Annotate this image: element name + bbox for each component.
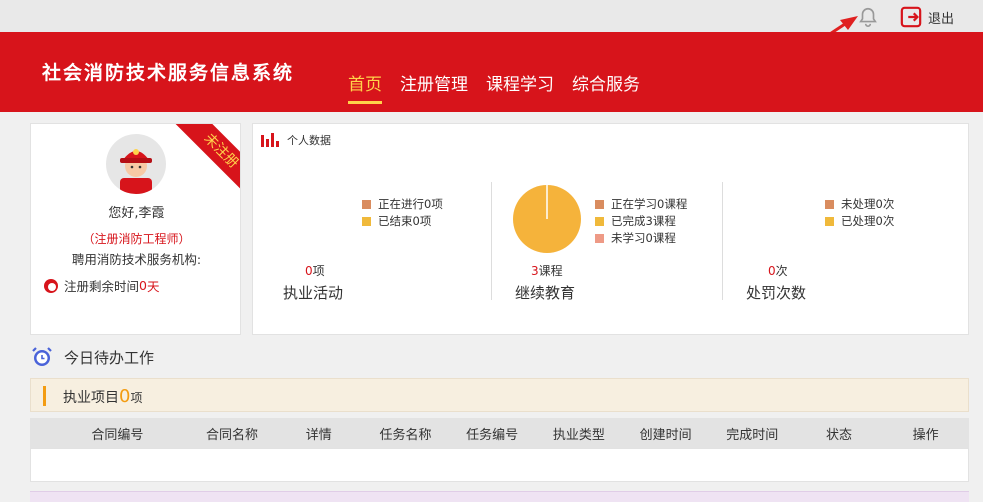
divider (491, 182, 492, 300)
education-count-value: 3 (531, 264, 539, 278)
legend-swatch (595, 200, 604, 209)
col-contract-no: 合同编号 (91, 427, 144, 443)
penalty-legend: 未处理0次 已处理0次 (825, 196, 894, 230)
remain-unit: 天 (146, 279, 160, 294)
practice-count: 0项 (305, 262, 325, 279)
project-unit: 项 (130, 391, 143, 405)
avatar (106, 134, 166, 194)
legend-finished: 已结束0项 (378, 214, 432, 228)
divider (722, 182, 723, 300)
greeting: 您好,李霞 (108, 206, 165, 221)
education-pie-chart (513, 185, 581, 253)
legend-studying: 正在学习0课程 (611, 197, 688, 211)
todo-section-title: 今日待办工作 (30, 345, 154, 369)
legend-swatch (825, 200, 834, 209)
practice-legend: 正在进行0项 已结束0项 (362, 196, 443, 230)
bar-chart-icon (261, 133, 279, 147)
penalty-label: 处罚次数 (746, 284, 807, 302)
personal-stats-card: 个人数据 正在进行0项 已结束0项 0项 执业活动 正在学习0课程 已完成3课程… (252, 123, 969, 335)
penalty-count: 0次 (768, 262, 788, 279)
penalty-count-unit: 次 (775, 264, 788, 278)
legend-unprocessed: 未处理0次 (841, 197, 895, 211)
logout-icon (900, 6, 922, 28)
alarm-clock-icon (32, 347, 52, 366)
system-title: 社会消防技术服务信息系统 (42, 62, 295, 84)
legend-swatch (362, 200, 371, 209)
stats-header: 个人数据 (261, 132, 331, 148)
practice-label: 执业活动 (283, 284, 344, 302)
legend-processed: 已处理0次 (841, 214, 895, 228)
col-details: 详情 (305, 427, 332, 443)
bell-icon[interactable] (857, 6, 879, 28)
col-task-no: 任务编号 (466, 427, 519, 443)
col-status: 状态 (825, 427, 852, 443)
education-count-unit: 课程 (538, 264, 563, 278)
nav-registration[interactable]: 注册管理 (400, 70, 468, 104)
org-label: 聘用消防技术服务机构: (71, 252, 202, 267)
legend-swatch (595, 217, 604, 226)
penalty-count-value: 0 (768, 264, 776, 278)
col-task-name: 任务名称 (379, 427, 432, 443)
accent-bar (43, 386, 46, 406)
legend-swatch (362, 217, 371, 226)
education-count: 3课程 (531, 262, 563, 279)
legend-swatch (825, 217, 834, 226)
registration-remaining: 注册剩余时间 0 天 (43, 276, 159, 295)
col-actions: 操作 (912, 427, 939, 443)
next-section-bar (30, 491, 969, 502)
project-label: 执业项目 (63, 390, 119, 406)
remain-value: 0 (139, 278, 147, 293)
practice-project-bar[interactable]: 执业项目0项 (30, 378, 969, 412)
col-finished-time: 完成时间 (726, 427, 779, 443)
project-count: 0 (119, 386, 131, 407)
col-created-time: 创建时间 (639, 427, 692, 443)
remain-prefix: 注册剩余时间 (64, 279, 140, 294)
logout-button[interactable]: 退出 (900, 6, 954, 28)
nav-course[interactable]: 课程学习 (486, 70, 554, 104)
col-contract-name: 合同名称 (206, 427, 259, 443)
project-title: 执业项目0项 (63, 386, 142, 407)
nav-home[interactable]: 首页 (348, 70, 382, 104)
education-legend: 正在学习0课程 已完成3课程 未学习0课程 (595, 196, 687, 247)
col-practice-type: 执业类型 (552, 427, 605, 443)
profile-card: 未注册 您好,李霞 （注册消防工程师） 聘用消防技术服务机构: 注册剩余时间 0 天 (30, 123, 241, 335)
firefighter-avatar-icon (120, 149, 152, 194)
timer-icon (44, 278, 58, 293)
education-label: 继续教育 (515, 284, 576, 302)
todo-table-body (30, 448, 969, 482)
app-header: 社会消防技术服务信息系统 首页 注册管理 课程学习 综合服务 (0, 32, 983, 112)
practice-count-value: 0 (305, 264, 313, 278)
legend-swatch (595, 234, 604, 243)
logout-label: 退出 (928, 11, 955, 27)
legend-not-started: 未学习0课程 (611, 231, 676, 245)
legend-ongoing: 正在进行0项 (378, 197, 443, 211)
legend-completed: 已完成3课程 (611, 214, 676, 228)
stats-title: 个人数据 (287, 134, 331, 147)
nav-service[interactable]: 综合服务 (572, 70, 640, 104)
todo-table-header: 合同编号 合同名称 详情 任务名称 任务编号 执业类型 创建时间 完成时间 状态… (30, 418, 969, 448)
unregistered-ribbon: 未注册 (169, 124, 240, 203)
practice-count-unit: 项 (312, 264, 325, 278)
main-nav: 首页 注册管理 课程学习 综合服务 (348, 70, 640, 104)
todo-title: 今日待办工作 (64, 348, 155, 367)
role-label: （注册消防工程师） (82, 232, 191, 246)
